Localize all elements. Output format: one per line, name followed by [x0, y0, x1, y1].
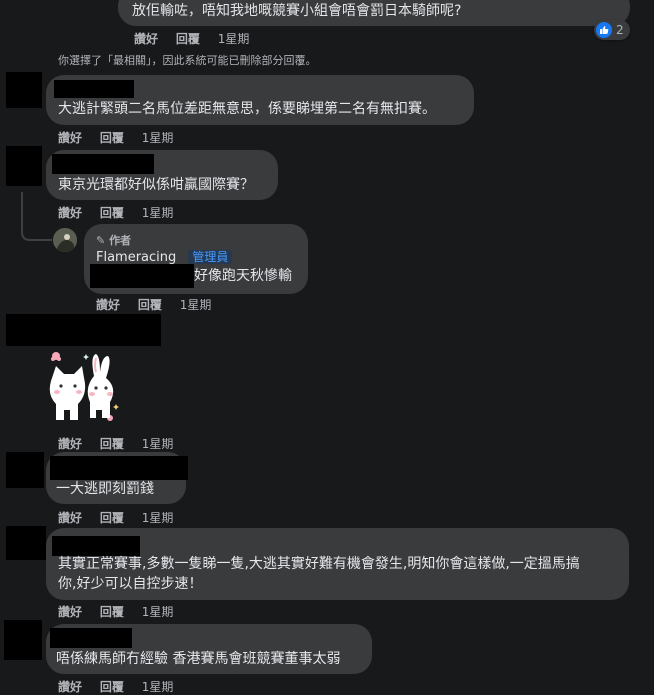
author-name[interactable] [50, 628, 132, 648]
author-name[interactable] [50, 456, 188, 480]
author-name[interactable]: Flameracing [96, 250, 176, 265]
reply-button[interactable]: 回覆 [100, 131, 124, 145]
reply-button[interactable]: 回覆 [100, 605, 124, 619]
reply-button[interactable]: 回覆 [100, 680, 124, 694]
comment-actions-2: 讚好 回覆 1星期 [58, 204, 173, 221]
thread-connector [21, 192, 52, 241]
reply-button[interactable]: 回覆 [100, 511, 124, 525]
like-button[interactable]: 讚好 [134, 32, 158, 46]
avatar[interactable] [6, 452, 44, 488]
comment-time[interactable]: 1星期 [218, 32, 250, 46]
comment-time[interactable]: 1星期 [142, 131, 174, 145]
like-button[interactable]: 讚好 [58, 680, 82, 694]
comment-text-1: 大逃計緊頭二名馬位差距無意思，係要睇埋第二名有無扣賽。 [58, 101, 436, 117]
avatar[interactable] [53, 228, 77, 252]
author-tag-label: 作者 [109, 234, 132, 247]
comment-time[interactable]: 1星期 [142, 511, 174, 525]
like-button[interactable]: 讚好 [96, 298, 120, 312]
pencil-icon: ✎ [96, 234, 106, 247]
reply-button[interactable]: 回覆 [100, 206, 124, 220]
reply-button[interactable]: 回覆 [138, 298, 162, 312]
horse-avatar-icon [53, 228, 77, 252]
reaction-count: 2 [616, 23, 624, 37]
comment-actions-3: 讚好 回覆 1星期 [96, 296, 211, 313]
avatar[interactable] [6, 72, 42, 108]
comment-text-3: 好像跑天秋慘輸 [194, 268, 292, 284]
reply-button[interactable]: 回覆 [176, 32, 200, 46]
avatar[interactable] [6, 146, 42, 186]
comment-time[interactable]: 1星期 [142, 206, 174, 220]
like-button[interactable]: 讚好 [58, 511, 82, 525]
like-button[interactable]: 讚好 [58, 206, 82, 220]
comment-text-7: 唔係練馬師冇經驗 香港賽馬會班競賽董事太弱 [56, 651, 341, 667]
comment-actions-6: 讚好 回覆 1星期 [58, 603, 173, 620]
avatar[interactable] [6, 526, 46, 560]
comment-time[interactable]: 1星期 [142, 680, 174, 694]
comment-actions-4: 讚好 回覆 1星期 [58, 435, 173, 452]
comment-text-2: 東京光環都好似係咁贏國際賽？ [58, 177, 254, 193]
reaction-summary[interactable]: 2 [594, 20, 630, 40]
author-tag: ✎ 作者 [96, 232, 131, 248]
comment-time[interactable]: 1星期 [180, 298, 212, 312]
like-button[interactable]: 讚好 [58, 131, 82, 145]
author-name[interactable] [6, 314, 161, 346]
comment-text-6a: 其實正常賽事,多數一隻睇一隻,大逃其實好難有機會發生,明知你會這樣做,一定搵馬搞 [58, 556, 580, 572]
sort-notice: 你選擇了「最相關」，因此系統可能已刪除部分回覆。 [58, 54, 317, 67]
author-row: Flameracing 管理員 [96, 248, 233, 265]
comment-time[interactable]: 1星期 [142, 605, 174, 619]
comment-text-5: 一大逃即刻罰錢 [56, 481, 154, 497]
comment-actions-5: 讚好 回覆 1星期 [58, 509, 173, 526]
reply-button[interactable]: 回覆 [100, 437, 124, 451]
like-button[interactable]: 讚好 [58, 437, 82, 451]
comment-actions-0: 讚好 回覆 1星期 [134, 30, 249, 47]
comment-actions-7: 讚好 回覆 1星期 [58, 678, 173, 695]
comment-text-6b: 你,好少可以自控步速！ [58, 576, 203, 592]
author-name[interactable] [52, 154, 154, 174]
comment-text-0: 放佢輸咗，唔知我地嘅競賽小組會唔會罰日本騎師呢? [132, 3, 462, 19]
thumbs-up-icon [596, 22, 612, 38]
avatar[interactable] [4, 620, 42, 660]
cat-bunny-sticker [49, 352, 119, 421]
like-button[interactable]: 讚好 [58, 605, 82, 619]
comment-actions-1: 讚好 回覆 1星期 [58, 129, 173, 146]
mention-tag[interactable] [90, 264, 194, 288]
comment-time[interactable]: 1星期 [142, 437, 174, 451]
author-name[interactable] [54, 80, 134, 98]
admin-badge: 管理員 [188, 250, 233, 264]
